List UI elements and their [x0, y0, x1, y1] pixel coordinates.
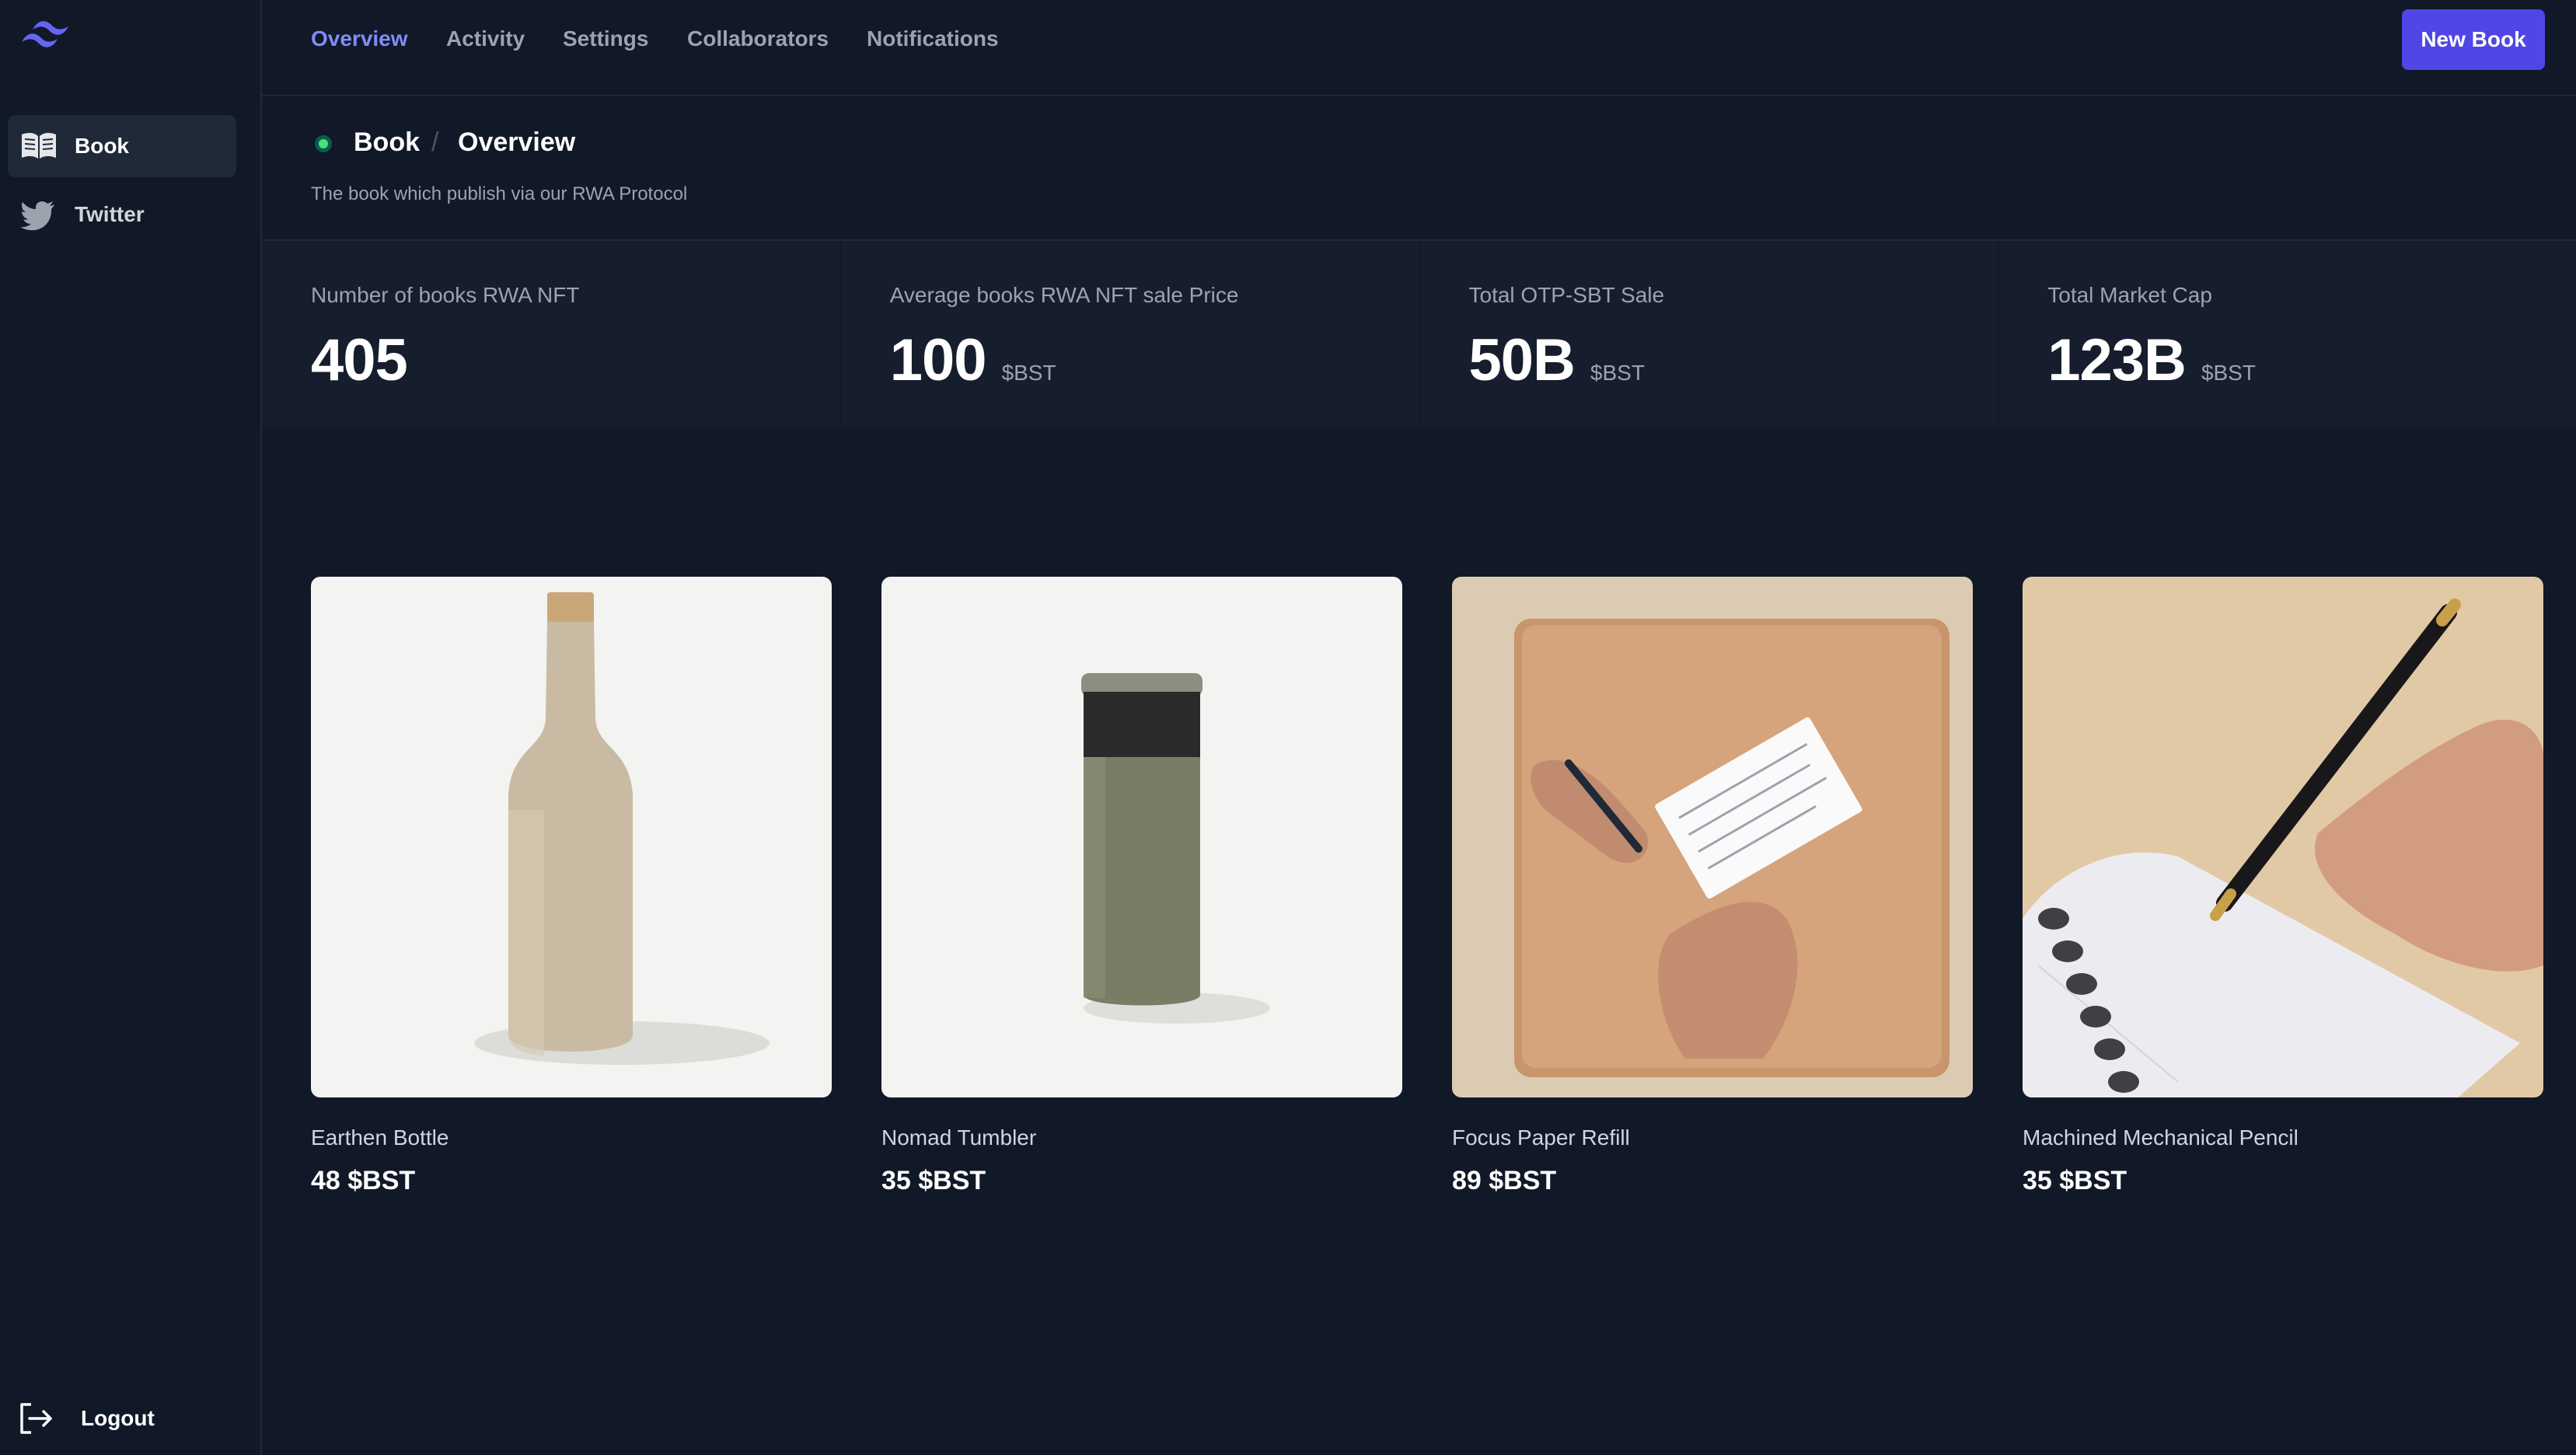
- logout-button[interactable]: Logout: [17, 1399, 219, 1438]
- page-header: Book / Overview The book which publish v…: [262, 96, 2576, 241]
- tailwind-logo-icon[interactable]: [17, 16, 78, 54]
- stat-unit: $BST: [1001, 361, 1056, 385]
- product-image-focus-paper-refill[interactable]: [1452, 577, 1973, 1097]
- sidebar-item-book[interactable]: Book: [8, 115, 236, 177]
- stat-label: Average books RWA NFT sale Price: [889, 283, 1239, 307]
- page-title: Overview: [458, 127, 576, 157]
- stat-value: 50B: [1468, 327, 1576, 393]
- stat-label: Total Market Cap: [2047, 283, 2212, 307]
- logout-label: Logout: [81, 1406, 155, 1430]
- tab-settings[interactable]: Settings: [563, 26, 648, 51]
- stats-grid: Number of books RWA NFT 405 Average book…: [262, 241, 2576, 427]
- bottle-illustration: [311, 577, 832, 1097]
- stat-card: Number of books RWA NFT 405: [262, 241, 839, 427]
- product-card[interactable]: Focus Paper Refill 89 $BST: [1452, 577, 1973, 1196]
- stat-value: 405: [311, 327, 408, 393]
- logout-icon: [20, 1403, 52, 1434]
- status-indicator: [315, 135, 332, 152]
- sidebar-item-label: Twitter: [75, 202, 145, 226]
- new-book-button[interactable]: New Book: [2402, 9, 2545, 70]
- sidebar: Book Twitter Logout: [0, 0, 262, 1455]
- twitter-icon: [20, 201, 54, 231]
- tumbler-illustration: [881, 577, 1402, 1097]
- product-card[interactable]: Nomad Tumbler 35 $BST: [881, 577, 1402, 1196]
- stat-value: 123B: [2047, 327, 2187, 393]
- product-image-machined-mechanical-pencil[interactable]: [2023, 577, 2543, 1097]
- pencil-illustration: [2023, 577, 2543, 1097]
- product-price: 48 $BST: [311, 1166, 416, 1195]
- product-grid: Earthen Bottle 48 $BST Nomad Tumbler 35 …: [311, 577, 2543, 1196]
- breadcrumb-separator: /: [431, 127, 439, 157]
- product-card[interactable]: Machined Mechanical Pencil 35 $BST: [2023, 577, 2543, 1196]
- product-name: Earthen Bottle: [311, 1125, 449, 1150]
- product-price: 35 $BST: [2023, 1166, 2127, 1195]
- breadcrumb-book[interactable]: Book: [354, 127, 420, 158]
- tab-notifications[interactable]: Notifications: [867, 26, 999, 51]
- top-nav: Overview Activity Settings Collaborators…: [262, 0, 2576, 96]
- stat-value: 100: [889, 327, 987, 393]
- stat-unit: $BST: [2201, 361, 2256, 385]
- sidebar-item-label: Book: [75, 134, 129, 158]
- tab-overview[interactable]: Overview: [311, 26, 408, 51]
- stat-label: Number of books RWA NFT: [311, 283, 580, 307]
- stat-card: Average books RWA NFT sale Price 100 $BS…: [840, 241, 1419, 427]
- stat-label: Total OTP-SBT Sale: [1468, 283, 1665, 307]
- stat-unit: $BST: [1590, 361, 1645, 385]
- product-price: 89 $BST: [1452, 1166, 1557, 1195]
- product-card[interactable]: Earthen Bottle 48 $BST: [311, 577, 832, 1196]
- product-image-nomad-tumbler[interactable]: [881, 577, 1402, 1097]
- book-open-icon: [22, 132, 56, 159]
- product-price: 35 $BST: [881, 1166, 986, 1195]
- product-image-earthen-bottle[interactable]: [311, 577, 832, 1097]
- product-name: Machined Mechanical Pencil: [2023, 1125, 2299, 1150]
- sidebar-item-twitter[interactable]: Twitter: [8, 183, 236, 246]
- paper-refill-illustration: [1452, 577, 1973, 1097]
- stat-card: Total OTP-SBT Sale 50B $BST: [1419, 241, 1998, 427]
- page-subtitle: The book which publish via our RWA Proto…: [311, 183, 688, 204]
- product-name: Nomad Tumbler: [881, 1125, 1037, 1150]
- stat-card: Total Market Cap 123B $BST: [1998, 241, 2576, 427]
- product-name: Focus Paper Refill: [1452, 1125, 1630, 1150]
- tab-activity[interactable]: Activity: [446, 26, 525, 51]
- tab-collaborators[interactable]: Collaborators: [687, 26, 829, 51]
